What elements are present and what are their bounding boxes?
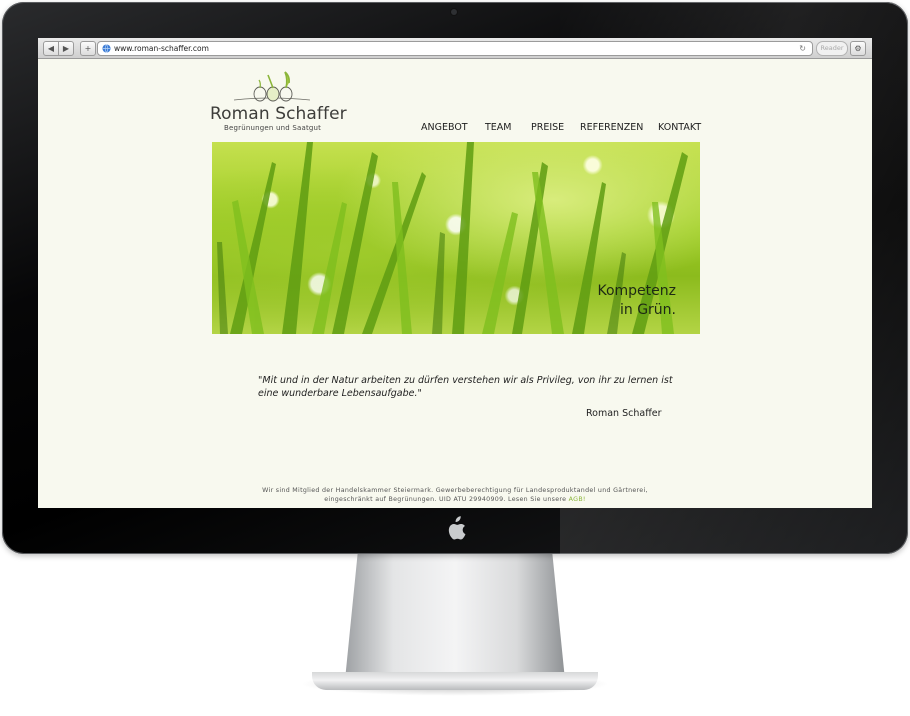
add-bookmark-button[interactable]: +	[80, 41, 96, 56]
back-button[interactable]: ◀	[43, 41, 59, 56]
sprout-seeds-icon	[233, 71, 310, 102]
url-text: www.roman-schaffer.com	[114, 44, 209, 53]
site-logo[interactable]: Roman Schaffer Begrünungen und Saatgut	[210, 70, 347, 132]
nav-item-angebot[interactable]: ANGEBOT	[421, 122, 468, 133]
quote-text: "Mit und in der Natur arbeiten zu dürfen…	[258, 375, 673, 399]
address-bar[interactable]: www.roman-schaffer.com ↻	[97, 41, 813, 56]
monitor-stand	[345, 548, 565, 680]
footer-line2: eingeschränkt auf Begrünungen. UID ATU 2…	[218, 495, 692, 504]
reload-icon[interactable]: ↻	[799, 42, 806, 55]
hero-slogan: Kompetenz in Grün.	[597, 282, 676, 320]
monitor-stand-base	[312, 672, 598, 690]
reader-button[interactable]: Reader	[816, 41, 848, 56]
settings-button[interactable]: ⚙	[850, 41, 866, 56]
nav-item-team[interactable]: TEAM	[485, 122, 512, 133]
forward-button[interactable]: ▶	[58, 41, 74, 56]
logo-name: Roman Schaffer	[210, 104, 347, 124]
hero-slogan-line1: Kompetenz	[597, 283, 676, 299]
agb-link[interactable]: AGB!	[569, 496, 586, 503]
nav-item-kontakt[interactable]: KONTAKT	[658, 122, 701, 133]
screen: ◀ ▶ + www.roman-schaffer.com ↻ Reader ⚙ …	[38, 38, 872, 508]
hero-grass-image: Kompetenz in Grün.	[212, 142, 700, 334]
hero-slogan-line2: in Grün.	[619, 302, 676, 318]
camera-dot-icon	[451, 9, 457, 15]
quote-author: Roman Schaffer	[586, 408, 662, 419]
footer-line2-text: eingeschränkt auf Begrünungen. UID ATU 2…	[324, 496, 567, 503]
globe-icon	[102, 44, 111, 53]
footer-line1: Wir sind Mitglied der Handelskammer Stei…	[262, 487, 648, 494]
browser-toolbar: ◀ ▶ + www.roman-schaffer.com ↻ Reader ⚙	[38, 38, 872, 59]
footer: Wir sind Mitglied der Handelskammer Stei…	[218, 486, 692, 504]
main-nav: ANGEBOT TEAM PREISE REFERENZEN KONTAKT	[38, 122, 872, 136]
nav-item-referenzen[interactable]: REFERENZEN	[580, 122, 643, 133]
apple-logo-icon	[448, 516, 466, 540]
nav-item-preise[interactable]: PREISE	[531, 122, 564, 133]
